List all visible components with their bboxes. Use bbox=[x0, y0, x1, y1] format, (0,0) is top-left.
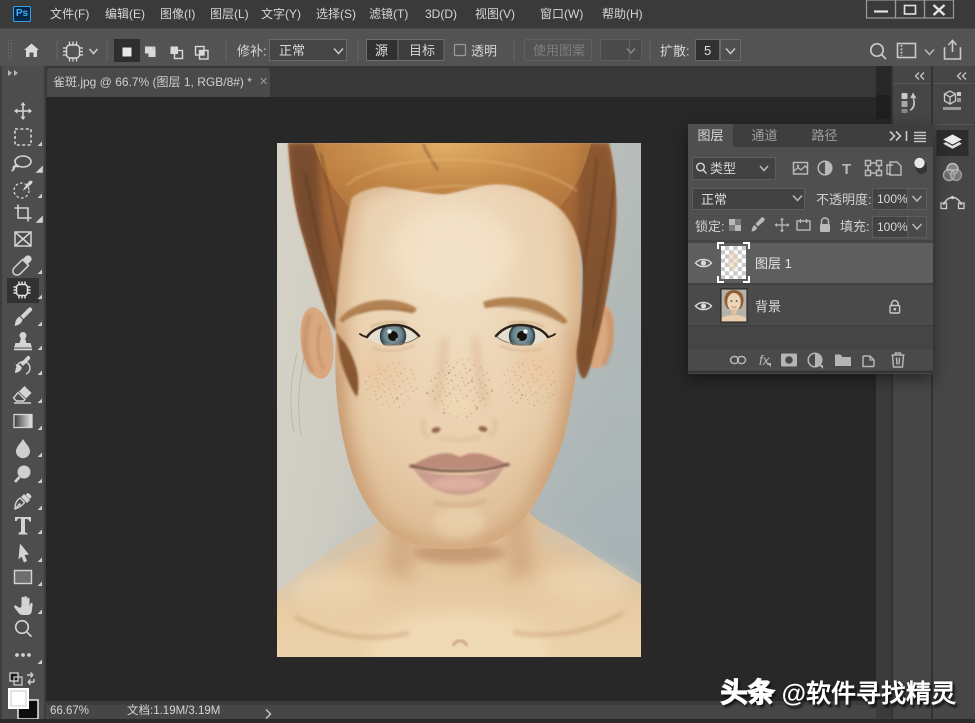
svg-text:源: 源 bbox=[375, 43, 388, 58]
svg-text:T: T bbox=[842, 161, 851, 178]
svg-text:100%: 100% bbox=[877, 192, 908, 206]
svg-text:正常: 正常 bbox=[701, 192, 727, 207]
svg-text:正常: 正常 bbox=[279, 43, 305, 58]
svg-text:图层 1: 图层 1 bbox=[755, 256, 792, 271]
svg-text:使用图案: 使用图案 bbox=[533, 43, 585, 58]
svg-text:fx: fx bbox=[759, 353, 771, 368]
svg-text:不透明度:: 不透明度: bbox=[816, 192, 872, 207]
svg-text:修补:: 修补: bbox=[237, 44, 267, 59]
svg-text:类型: 类型 bbox=[710, 161, 736, 176]
svg-text:背景: 背景 bbox=[755, 299, 781, 314]
svg-text:5: 5 bbox=[704, 43, 711, 58]
svg-text:填充:: 填充: bbox=[840, 219, 870, 234]
svg-text:100%: 100% bbox=[877, 220, 908, 234]
svg-text:扩散:: 扩散: bbox=[660, 44, 690, 59]
svg-text:目标: 目标 bbox=[409, 43, 435, 58]
svg-text:锁定:: 锁定: bbox=[695, 219, 725, 234]
svg-text:透明: 透明 bbox=[471, 44, 497, 59]
